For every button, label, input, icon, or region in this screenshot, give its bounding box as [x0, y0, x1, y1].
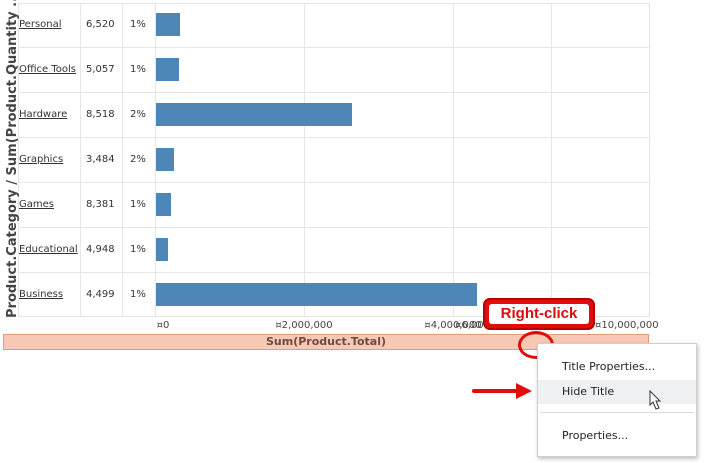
gridline-2m	[304, 3, 305, 317]
quantity-value: 4,948	[86, 244, 115, 255]
bar[interactable]	[156, 238, 168, 261]
bar[interactable]	[156, 193, 171, 216]
column-divider-quantity	[122, 3, 123, 317]
bar[interactable]	[156, 13, 180, 36]
bar[interactable]	[156, 103, 352, 126]
percent-value: 1%	[130, 19, 146, 30]
percent-value: 1%	[130, 64, 146, 75]
percent-value: 2%	[130, 154, 146, 165]
gridline-6m	[551, 3, 552, 317]
quantity-value: 8,381	[86, 199, 115, 210]
quantity-value: 4,499	[86, 289, 115, 300]
row-divider	[18, 227, 650, 228]
percent-value: 1%	[130, 244, 146, 255]
category-label[interactable]: Educational	[19, 244, 78, 255]
percent-value: 1%	[130, 199, 146, 210]
percent-value: 1%	[130, 289, 146, 300]
row-divider	[18, 47, 650, 48]
x-tick-label: ¤10,000,000	[595, 320, 659, 331]
context-menu: Title Properties... Hide Title Propertie…	[537, 343, 697, 457]
right-click-callout: Right-click	[483, 298, 595, 330]
bar[interactable]	[156, 283, 477, 306]
quantity-value: 5,057	[86, 64, 115, 75]
pointer-arrow-icon	[472, 383, 532, 399]
x-tick-label: ¤0	[156, 320, 170, 331]
menu-item-hide-title[interactable]: Hide Title	[538, 380, 696, 404]
category-label[interactable]: Games	[19, 199, 54, 210]
quantity-value: 6,520	[86, 19, 115, 30]
row-divider	[18, 272, 650, 273]
category-label[interactable]: Office Tools	[19, 64, 76, 75]
category-label[interactable]: Hardware	[19, 109, 67, 120]
callout-text: Right-click	[489, 304, 589, 324]
category-label[interactable]: Personal	[19, 19, 62, 30]
column-divider-label	[80, 3, 81, 317]
category-label[interactable]: Graphics	[19, 154, 63, 165]
quantity-value: 8,518	[86, 109, 115, 120]
row-divider	[18, 137, 650, 138]
x-tick-label: ¤2,000,000	[275, 320, 333, 331]
row-divider	[18, 182, 650, 183]
quantity-value: 3,484	[86, 154, 115, 165]
menu-item-properties[interactable]: Properties...	[538, 424, 696, 448]
menu-separator	[540, 412, 694, 413]
menu-item-title-properties[interactable]: Title Properties...	[538, 355, 696, 379]
bar[interactable]	[156, 58, 179, 81]
row-divider	[18, 92, 650, 93]
percent-value: 2%	[130, 109, 146, 120]
bar[interactable]	[156, 148, 174, 171]
mouse-cursor-icon	[649, 390, 662, 410]
gridline-4m	[453, 3, 454, 317]
category-label[interactable]: Business	[19, 289, 63, 300]
